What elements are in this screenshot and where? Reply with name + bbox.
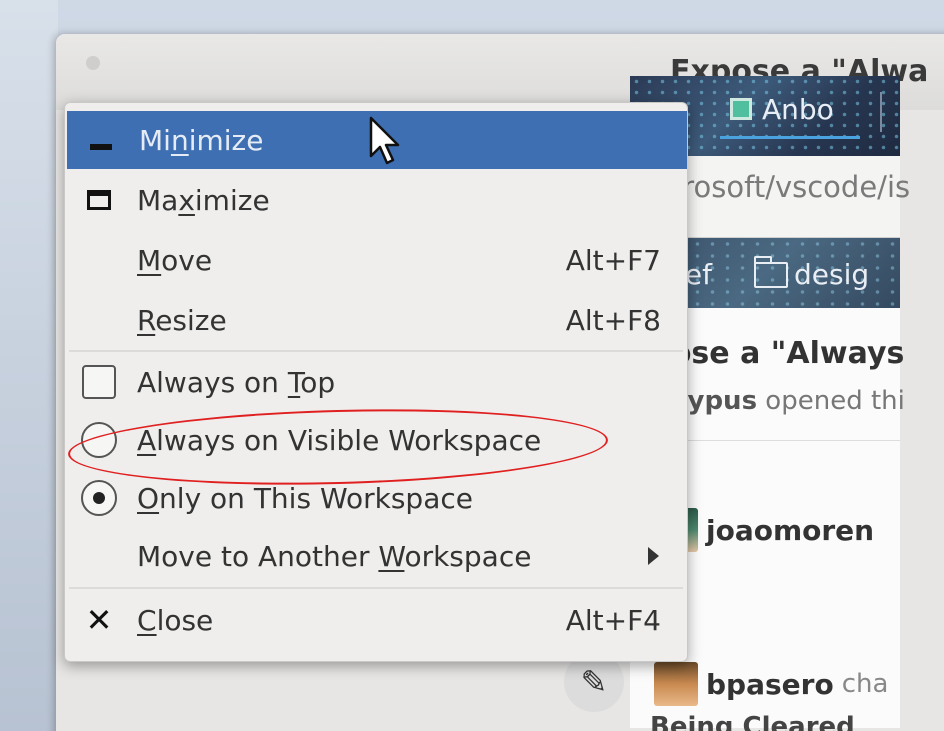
checkbox-icon[interactable] <box>79 362 119 402</box>
menu-item-shortcut: Alt+F8 <box>565 303 661 337</box>
comment-text: cha <box>841 669 889 699</box>
bookmark-label: desig <box>794 258 870 291</box>
pencil-icon: ✎ <box>580 663 608 701</box>
desktop-background <box>0 0 58 731</box>
mouse-cursor-icon <box>369 116 400 165</box>
menu-item-label: Minimize <box>139 123 264 157</box>
menu-item-resize[interactable]: Resize Alt+F8 <box>65 291 687 349</box>
comment-user[interactable]: joaomoren <box>706 514 874 547</box>
menu-item-close[interactable]: ✕ Close Alt+F4 <box>65 591 687 649</box>
tab-label: Anbo <box>762 92 834 126</box>
browser-tab[interactable]: Anbo <box>720 80 880 138</box>
menu-item-label: Only on This Workspace <box>137 481 473 515</box>
folder-icon <box>754 255 788 288</box>
menu-item-label: Move <box>137 243 213 277</box>
comment-header: bpasero cha <box>654 662 888 706</box>
radio-icon[interactable] <box>79 478 119 518</box>
window-menu: Minimize Maximize Move Alt+F7 Resize Alt… <box>64 102 688 662</box>
window-control-dot[interactable] <box>86 56 100 70</box>
comment-body-text: Being Cleared <box>650 712 855 731</box>
menu-item-move-to-another-workspace[interactable]: Move to Another Workspace <box>65 527 687 585</box>
menu-item-label: Always on Top <box>137 365 336 399</box>
close-icon: ✕ <box>85 601 113 639</box>
menu-item-move[interactable]: Move Alt+F7 <box>65 231 687 289</box>
menu-separator <box>69 587 683 589</box>
active-tab-indicator <box>720 136 860 139</box>
menu-item-shortcut: Alt+F7 <box>565 243 661 277</box>
comment-user[interactable]: bpasero <box>706 668 834 701</box>
issue-meta-text: opened thi <box>757 386 905 416</box>
minimize-icon <box>81 120 121 160</box>
tab-separator <box>880 92 882 132</box>
menu-item-label: Move to Another Workspace <box>137 539 532 573</box>
submenu-arrow-icon <box>648 547 659 565</box>
app-icon <box>730 98 752 120</box>
menu-item-label: Resize <box>137 303 227 337</box>
menu-separator <box>69 350 683 352</box>
comment-header: joaomoren <box>654 508 882 552</box>
bookmark-design[interactable]: desig <box>754 255 870 291</box>
menu-item-shortcut: Alt+F4 <box>565 603 661 637</box>
menu-item-maximize[interactable]: Maximize <box>65 171 687 229</box>
menu-item-label: Close <box>137 603 214 637</box>
menu-item-label: Maximize <box>137 183 270 217</box>
maximize-icon <box>79 180 119 220</box>
avatar[interactable] <box>654 662 698 706</box>
menu-item-always-on-top[interactable]: Always on Top <box>65 353 687 411</box>
